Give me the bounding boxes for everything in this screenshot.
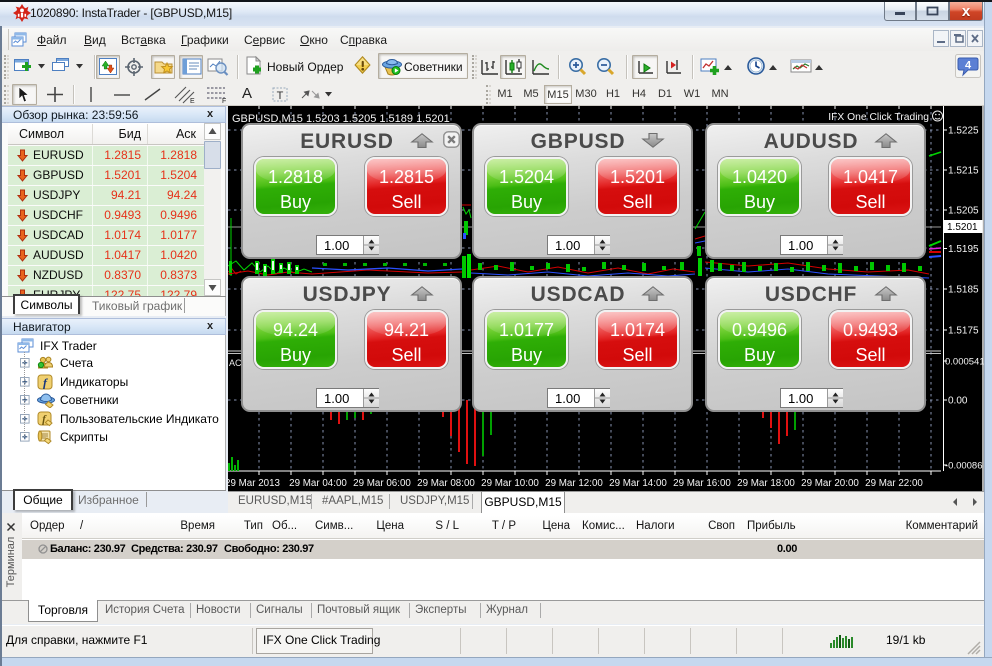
svg-text:29 Mar 12:00: 29 Mar 12:00 <box>545 478 603 489</box>
svg-text:T: T <box>277 90 284 102</box>
svg-text:29 Mar 22:00: 29 Mar 22:00 <box>865 478 923 489</box>
svg-text:29 Mar 10:00: 29 Mar 10:00 <box>481 478 539 489</box>
svg-text:1.5185: 1.5185 <box>948 285 979 296</box>
svg-text:1.5195: 1.5195 <box>948 244 979 255</box>
svg-text:0.000541: 0.000541 <box>945 357 984 368</box>
svg-text:29 Mar 20:00: 29 Mar 20:00 <box>801 478 859 489</box>
svg-text:4: 4 <box>965 60 972 72</box>
svg-text:29 Mar 04:00: 29 Mar 04:00 <box>289 478 347 489</box>
svg-text:29 Mar 2013: 29 Mar 2013 <box>228 478 281 489</box>
svg-text:E: E <box>190 98 195 104</box>
svg-text:1.5175: 1.5175 <box>948 326 979 337</box>
svg-text:29 Mar 08:00: 29 Mar 08:00 <box>417 478 475 489</box>
svg-text:29 Mar 16:00: 29 Mar 16:00 <box>673 478 731 489</box>
svg-text:IFX One Click Trading: IFX One Click Trading <box>828 112 929 123</box>
svg-text:1.5201: 1.5201 <box>947 222 978 233</box>
svg-text:F: F <box>222 98 226 104</box>
svg-text:x: x <box>962 3 971 19</box>
svg-text:0.00: 0.00 <box>948 396 968 407</box>
svg-text:1.5225: 1.5225 <box>948 126 979 137</box>
svg-text:1.5205: 1.5205 <box>948 206 979 217</box>
svg-text:29 Mar 14:00: 29 Mar 14:00 <box>609 478 667 489</box>
svg-text:29 Mar 18:00: 29 Mar 18:00 <box>737 478 795 489</box>
svg-text:29 Mar 06:00: 29 Mar 06:00 <box>353 478 411 489</box>
svg-text:1.5215: 1.5215 <box>948 166 979 177</box>
svg-text:-0.00086: -0.00086 <box>945 461 983 472</box>
